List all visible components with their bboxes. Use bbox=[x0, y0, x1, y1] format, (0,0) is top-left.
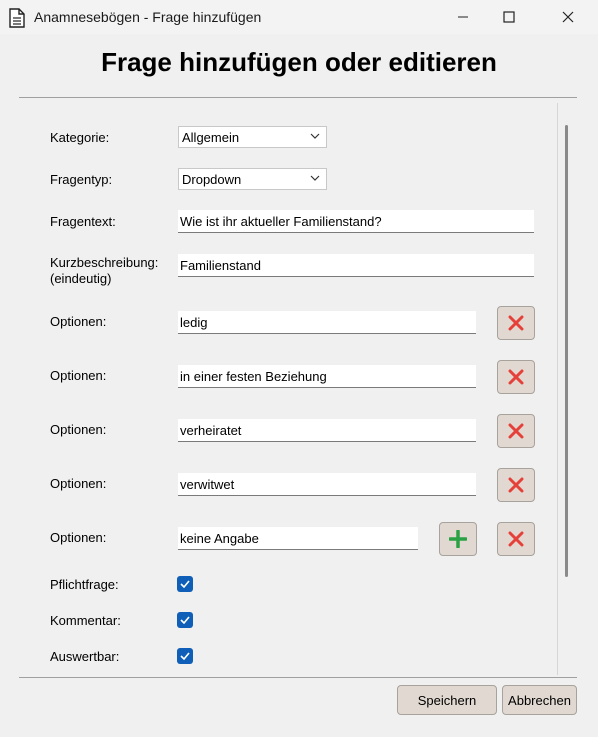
kommentar-checkbox[interactable] bbox=[177, 612, 193, 628]
option-input[interactable]: verwitwet bbox=[178, 473, 476, 496]
label-optionen: Optionen: bbox=[50, 422, 107, 437]
chevron-down-icon bbox=[310, 175, 320, 181]
page-title: Frage hinzufügen oder editieren bbox=[101, 47, 497, 77]
label-kurzbeschreibung: Kurzbeschreibung: (eindeutig) bbox=[50, 255, 158, 287]
label-auswertbar: Auswertbar: bbox=[50, 649, 120, 664]
pflichtfrage-checkbox[interactable] bbox=[177, 576, 193, 592]
window-title: Anamnesebögen - Frage hinzufügen bbox=[34, 9, 262, 25]
remove-icon bbox=[508, 315, 524, 331]
label-optionen: Optionen: bbox=[50, 368, 107, 383]
fragentyp-select[interactable]: Dropdown bbox=[178, 168, 327, 190]
divider-bottom bbox=[19, 677, 577, 678]
maximize-button[interactable] bbox=[486, 0, 532, 34]
fragentyp-value: Dropdown bbox=[182, 172, 242, 187]
remove-option-button[interactable] bbox=[497, 468, 535, 502]
checkmark-icon bbox=[180, 580, 190, 588]
option-input[interactable]: keine Angabe bbox=[178, 527, 418, 550]
label-kategorie: Kategorie: bbox=[50, 130, 110, 145]
maximize-icon bbox=[503, 11, 515, 23]
label-fragentyp: Fragentyp: bbox=[50, 172, 113, 187]
save-button[interactable]: Speichern bbox=[397, 685, 497, 715]
label-fragentext: Fragentext: bbox=[50, 214, 116, 229]
cancel-button[interactable]: Abbrechen bbox=[502, 685, 577, 715]
remove-option-button[interactable] bbox=[497, 306, 535, 340]
auswertbar-checkbox[interactable] bbox=[177, 648, 193, 664]
label-optionen: Optionen: bbox=[50, 476, 107, 491]
remove-icon bbox=[508, 531, 524, 547]
label-kommentar: Kommentar: bbox=[50, 613, 121, 628]
title-bar: Anamnesebögen - Frage hinzufügen bbox=[0, 0, 598, 34]
remove-icon bbox=[508, 423, 524, 439]
remove-option-button[interactable] bbox=[497, 360, 535, 394]
checkmark-icon bbox=[180, 616, 190, 624]
option-input[interactable]: ledig bbox=[178, 311, 476, 334]
label-kurzbeschreibung-line2: (eindeutig) bbox=[50, 271, 112, 286]
panel-edge bbox=[557, 103, 558, 675]
chevron-down-icon bbox=[310, 133, 320, 139]
option-input[interactable]: verheiratet bbox=[178, 419, 476, 442]
minimize-button[interactable] bbox=[440, 0, 486, 34]
plus-icon bbox=[449, 530, 467, 548]
document-icon bbox=[9, 8, 25, 28]
label-pflichtfrage: Pflichtfrage: bbox=[50, 577, 119, 592]
remove-icon bbox=[508, 477, 524, 493]
label-optionen: Optionen: bbox=[50, 530, 107, 545]
close-window-button[interactable] bbox=[545, 0, 591, 34]
label-optionen: Optionen: bbox=[50, 314, 107, 329]
minimize-icon bbox=[458, 16, 468, 18]
divider-top bbox=[19, 97, 577, 98]
remove-option-button[interactable] bbox=[497, 414, 535, 448]
add-option-button[interactable] bbox=[439, 522, 477, 556]
label-kurzbeschreibung-line1: Kurzbeschreibung: bbox=[50, 255, 159, 270]
remove-option-button[interactable] bbox=[497, 522, 535, 556]
fragentext-input[interactable]: Wie ist ihr aktueller Familienstand? bbox=[178, 210, 534, 233]
kurzbeschreibung-input[interactable]: Familienstand bbox=[178, 254, 534, 277]
close-icon bbox=[562, 11, 574, 23]
kategorie-value: Allgemein bbox=[182, 130, 240, 145]
scrollbar[interactable] bbox=[565, 125, 568, 577]
kategorie-select[interactable]: Allgemein bbox=[178, 126, 327, 148]
checkmark-icon bbox=[180, 652, 190, 660]
remove-icon bbox=[508, 369, 524, 385]
option-input[interactable]: in einer festen Beziehung bbox=[178, 365, 476, 388]
